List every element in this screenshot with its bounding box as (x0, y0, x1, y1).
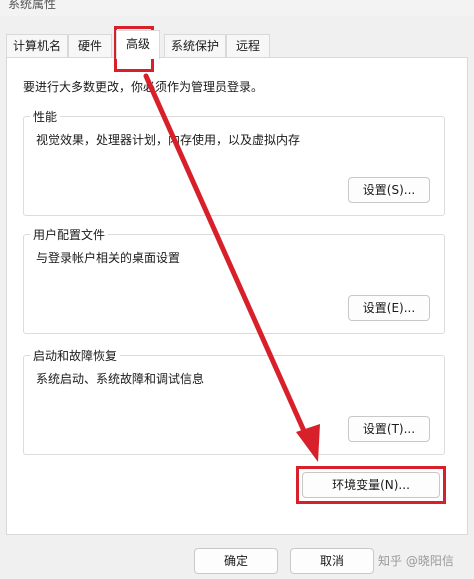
user-profiles-group: 用户配置文件 与登录帐户相关的桌面设置 设置(E)... (23, 226, 445, 334)
group-desc-performance: 视觉效果，处理器计划，内存使用，以及虚拟内存 (36, 133, 301, 147)
performance-settings-button[interactable]: 设置(S)... (348, 177, 430, 203)
title-bar: 系统属性 (0, 0, 474, 16)
tab-hardware[interactable]: 硬件 (68, 34, 112, 58)
group-desc-startup-recovery: 系统启动、系统故障和调试信息 (36, 372, 205, 386)
window-title: 系统属性 (8, 0, 57, 11)
tab-remote[interactable]: 远程 (226, 34, 270, 58)
watermark: 知乎 @晓阳信 (378, 554, 454, 568)
tab-advanced[interactable]: 高级 (116, 30, 160, 59)
admin-note: 要进行大多数更改，你必须作为管理员登录。 (23, 80, 264, 94)
startup-recovery-group: 启动和故障恢复 系统启动、系统故障和调试信息 设置(T)... (23, 347, 445, 455)
startup-recovery-settings-button[interactable]: 设置(T)... (348, 416, 430, 442)
group-title-user-profiles: 用户配置文件 (30, 226, 109, 243)
environment-variables-button[interactable]: 环境变量(N)... (302, 472, 440, 498)
group-title-performance: 性能 (30, 108, 61, 125)
group-title-startup-recovery: 启动和故障恢复 (30, 347, 121, 364)
ok-button[interactable]: 确定 (194, 548, 278, 574)
tab-system-protection[interactable]: 系统保护 (164, 34, 226, 58)
cancel-button[interactable]: 取消 (290, 548, 374, 574)
user-profiles-settings-button[interactable]: 设置(E)... (348, 295, 430, 321)
tab-computer-name[interactable]: 计算机名 (6, 34, 68, 58)
tab-bar: 计算机名 硬件 高级 系统保护 远程 (6, 30, 468, 59)
group-desc-user-profiles: 与登录帐户相关的桌面设置 (36, 251, 181, 265)
performance-group: 性能 视觉效果，处理器计划，内存使用，以及虚拟内存 设置(S)... (23, 108, 445, 216)
